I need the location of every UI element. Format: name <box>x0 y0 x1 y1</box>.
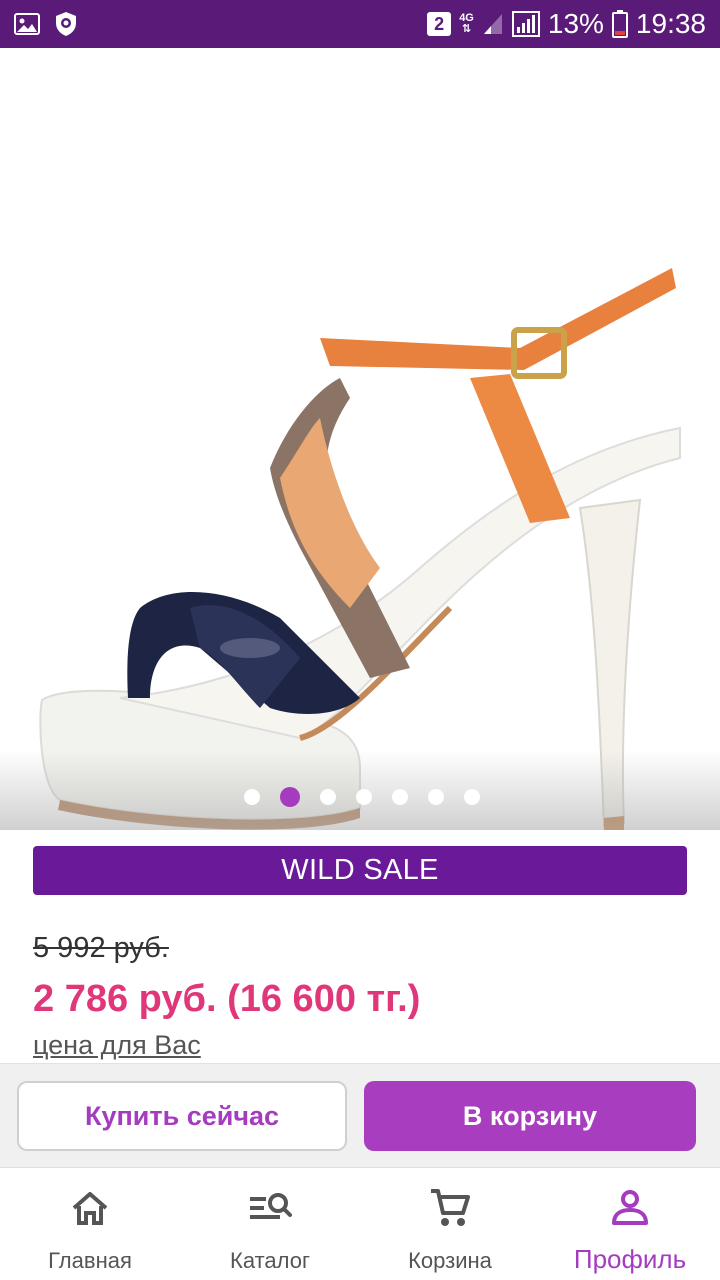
status-bar: 2 4G ⇅ 13% 19:38 <box>0 0 720 48</box>
current-price: 2 786 руб. (16 600 тг.) <box>33 978 421 1020</box>
nav-item-cart[interactable]: Корзина <box>360 1168 540 1280</box>
add-to-cart-button[interactable]: В корзину <box>364 1081 696 1151</box>
nav-label-cart: Корзина <box>408 1248 492 1273</box>
signal-weak-icon <box>482 12 504 36</box>
buy-now-button[interactable]: Купить сейчас <box>17 1081 347 1151</box>
sale-banner[interactable]: WILD SALE <box>33 846 687 895</box>
nav-label-catalog: Каталог <box>230 1248 310 1273</box>
lion-shield-icon <box>54 11 78 37</box>
cart-icon <box>429 1186 471 1230</box>
old-price: 5 992 руб. <box>33 932 169 964</box>
gallery-dot[interactable] <box>464 789 480 805</box>
price-for-you-link[interactable]: цена для Вас <box>33 1030 201 1061</box>
signal-icon <box>511 11 540 37</box>
battery-percent: 13% <box>547 8 604 39</box>
gallery-dot[interactable] <box>244 789 260 805</box>
clock: 19:38 <box>635 8 706 39</box>
gallery-dot[interactable] <box>392 789 408 805</box>
sim-slot-badge: 2 <box>427 12 452 36</box>
battery-icon <box>611 10 628 38</box>
network-type-indicator: 4G ⇅ <box>459 12 474 35</box>
catalog-search-icon <box>248 1186 292 1230</box>
home-icon <box>70 1186 110 1230</box>
gallery-dot-active[interactable] <box>280 787 300 807</box>
bottom-navigation: Главная Каталог Корзина Профиль <box>0 1167 720 1280</box>
nav-label-profile: Профиль <box>573 1244 687 1274</box>
gallery-icon <box>14 13 40 35</box>
profile-icon <box>610 1186 650 1230</box>
product-image-gallery[interactable] <box>0 48 720 830</box>
product-image-sandal <box>39 268 681 830</box>
nav-label-home: Главная <box>48 1248 132 1273</box>
nav-item-profile[interactable]: Профиль <box>540 1168 720 1280</box>
gallery-pagination[interactable] <box>0 787 720 807</box>
gallery-dot[interactable] <box>356 789 372 805</box>
gallery-dot[interactable] <box>320 789 336 805</box>
nav-item-home[interactable]: Главная <box>0 1168 180 1280</box>
gallery-dot[interactable] <box>428 789 444 805</box>
nav-item-catalog[interactable]: Каталог <box>180 1168 360 1280</box>
purchase-action-bar: Купить сейчас В корзину <box>0 1063 720 1167</box>
